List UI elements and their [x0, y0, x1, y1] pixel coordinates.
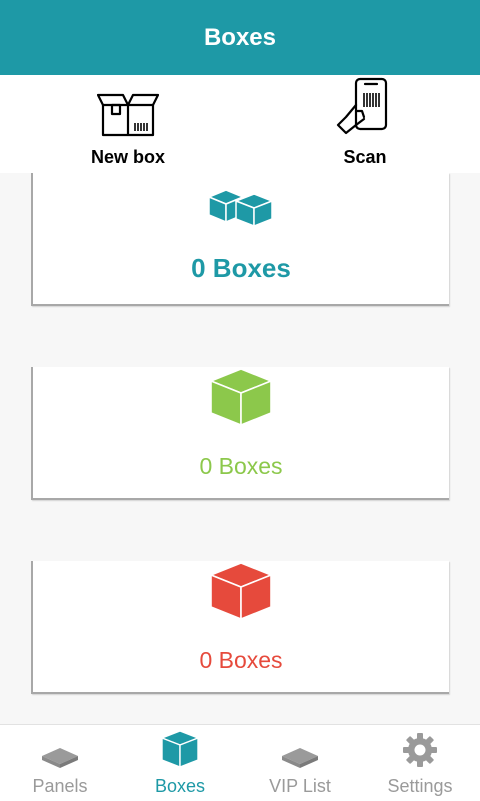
box-count: 0 Boxes	[199, 453, 283, 479]
nav-label: Settings	[387, 776, 453, 796]
action-row: New box Scan	[0, 75, 480, 173]
scan-button[interactable]: Scan	[285, 75, 445, 173]
box-icon	[209, 367, 273, 427]
gear-icon	[401, 725, 439, 769]
nav-vip-list[interactable]: VIP List	[240, 725, 360, 801]
nav-label: Panels	[32, 776, 88, 796]
panel-icon	[280, 725, 320, 769]
scan-label: Scan	[343, 147, 387, 167]
panel-icon	[40, 725, 80, 769]
box-count: 0 Boxes	[191, 253, 291, 283]
boxes-card-all[interactable]: 0 Boxes	[31, 173, 449, 306]
page-title: Boxes	[203, 23, 277, 51]
nav-boxes[interactable]: Boxes	[120, 725, 240, 801]
nav-panels[interactable]: Panels	[0, 725, 120, 801]
nav-label: VIP List	[269, 776, 331, 796]
boxes-card-red[interactable]: 0 Boxes	[31, 561, 449, 694]
box-count: 0 Boxes	[199, 647, 283, 673]
open-box-icon	[97, 75, 159, 137]
multiple-boxes-icon	[206, 185, 276, 231]
box-icon	[209, 561, 273, 621]
nav-label: Boxes	[154, 776, 206, 796]
nav-settings[interactable]: Settings	[360, 725, 480, 801]
boxes-card-green[interactable]: 0 Boxes	[31, 367, 449, 500]
bottom-navigation: Panels Boxes VIP List Settings	[0, 724, 480, 801]
new-box-label: New box	[90, 147, 165, 167]
box-icon	[160, 725, 200, 769]
app-bar: Boxes	[0, 0, 480, 75]
phone-scan-icon	[334, 75, 396, 137]
new-box-button[interactable]: New box	[48, 75, 208, 173]
